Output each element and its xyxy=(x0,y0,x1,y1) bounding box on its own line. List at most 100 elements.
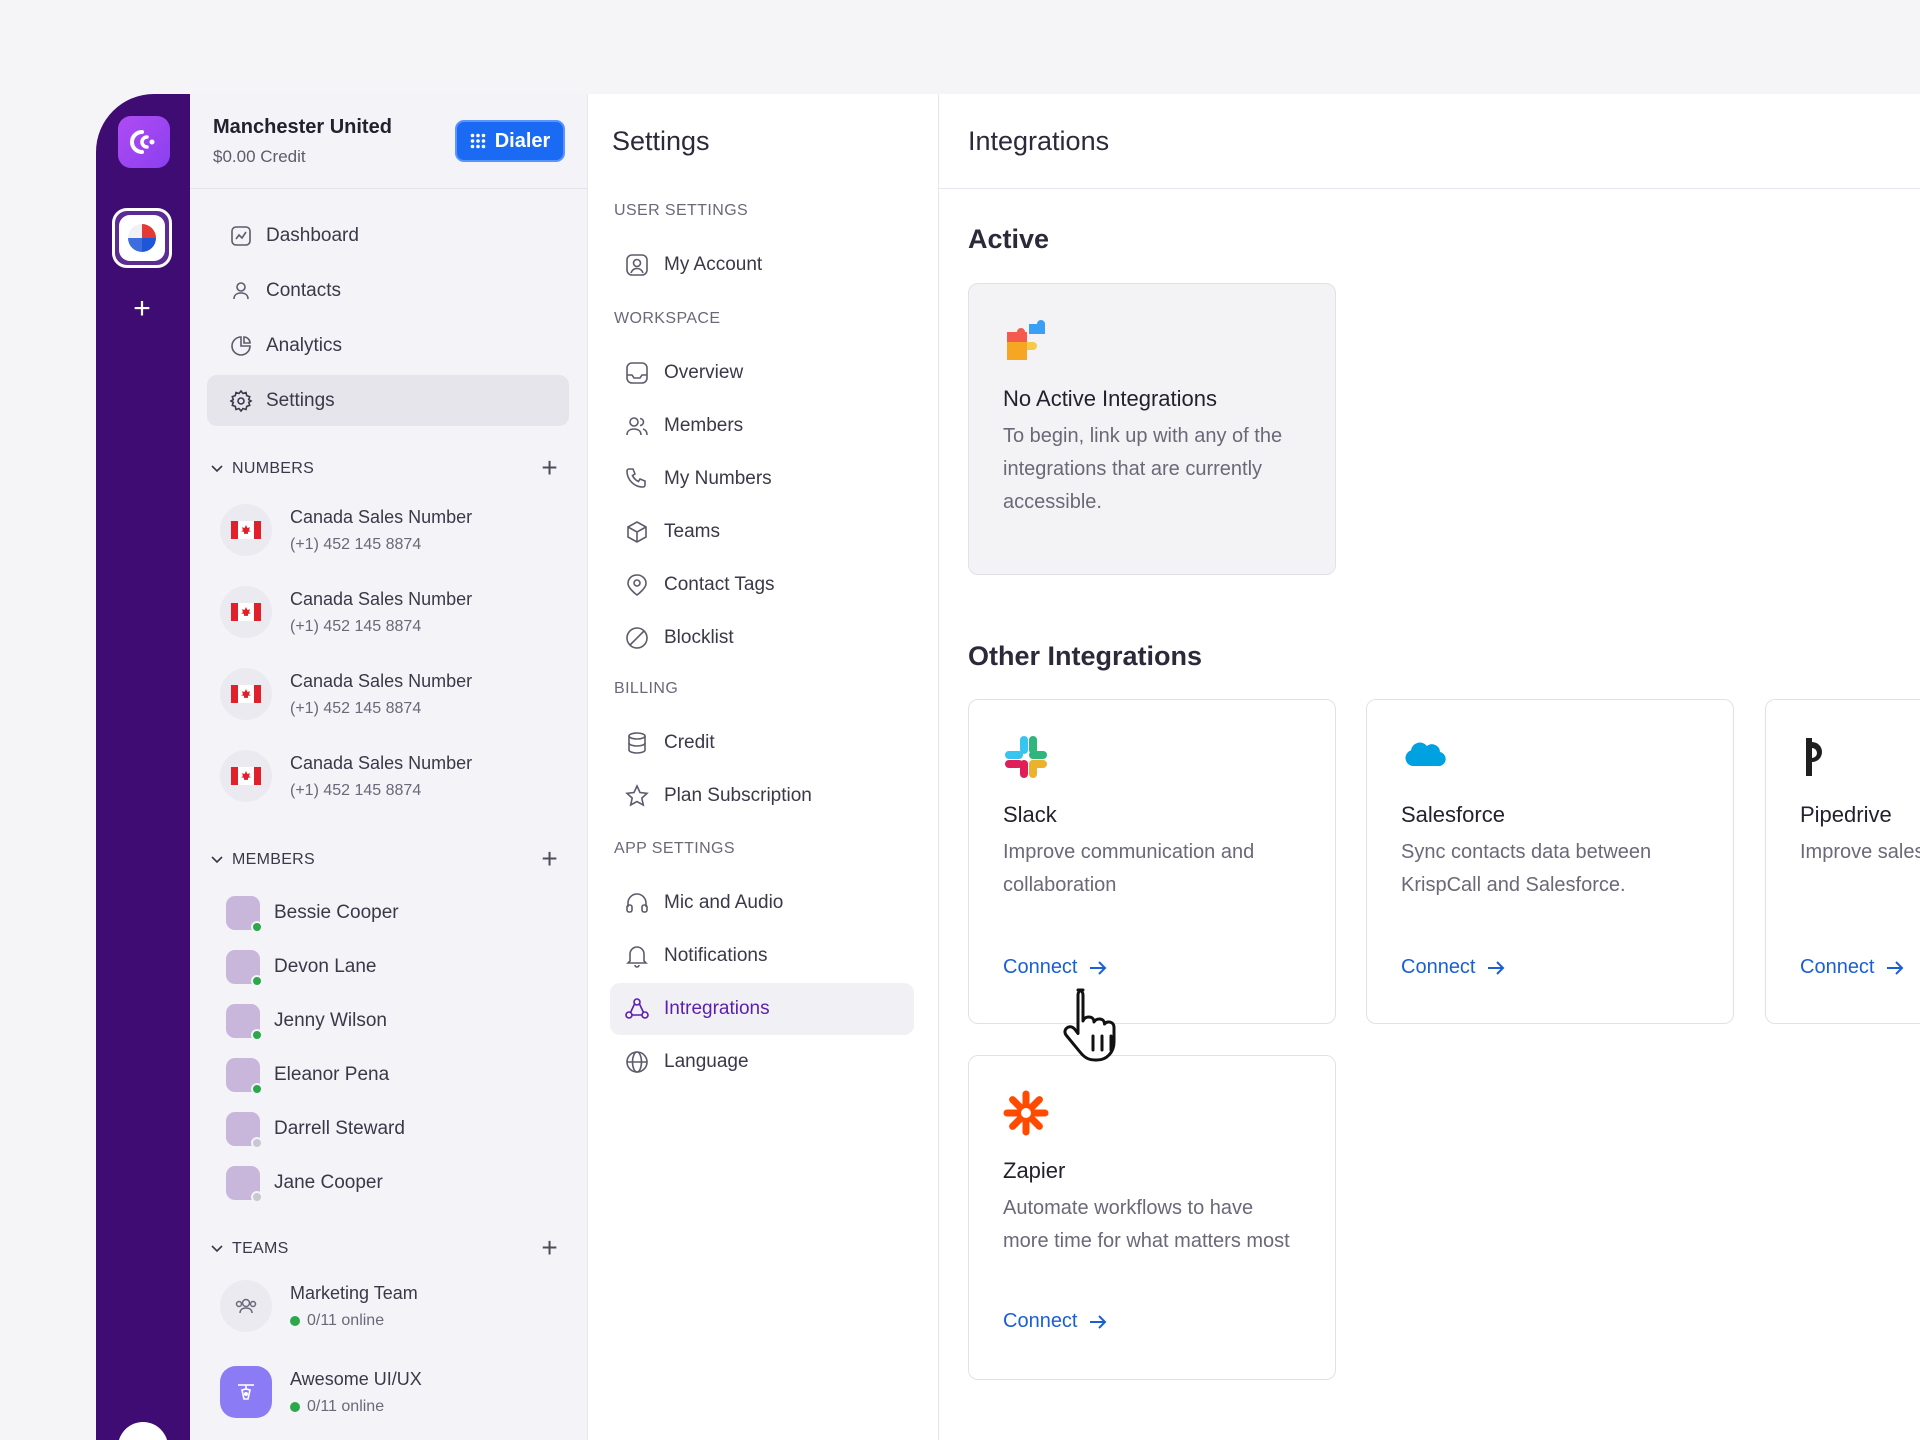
tag-icon xyxy=(627,574,647,596)
settings-item-label: Mic and Audio xyxy=(664,892,784,913)
nav-label: Analytics xyxy=(266,334,343,356)
chevron-down-icon xyxy=(211,1245,223,1253)
connect-salesforce-link[interactable]: Connect xyxy=(1401,956,1506,979)
settings-item-plan-subscription[interactable]: Plan Subscription xyxy=(610,770,914,822)
number-item[interactable]: Canada Sales Number (+1) 452 145 8874 xyxy=(220,750,472,802)
numbers-section-header[interactable]: NUMBERS + xyxy=(210,454,570,482)
chevron-down-icon xyxy=(211,465,223,473)
phone-icon xyxy=(626,468,646,488)
arrow-right-icon xyxy=(1886,960,1903,975)
teams-section-header[interactable]: TEAMS + xyxy=(210,1234,570,1262)
integrations-content: Integrations Active No Active Integratio… xyxy=(939,94,1920,1440)
nav-settings[interactable]: Settings xyxy=(207,375,569,426)
member-item[interactable]: Bessie Cooper xyxy=(226,896,399,933)
number-name: Canada Sales Number xyxy=(290,752,473,773)
members-icon xyxy=(626,417,648,436)
connect-label: Connect xyxy=(1401,956,1476,978)
active-heading: Active xyxy=(968,224,1050,254)
dialer-label: Dialer xyxy=(494,129,551,152)
zapier-icon xyxy=(1003,1090,1049,1136)
members-section-header[interactable]: MEMBERS + xyxy=(210,845,570,873)
team-item[interactable]: Awesome UI/UX 0/11 online xyxy=(220,1366,422,1418)
salesforce-icon xyxy=(1401,734,1447,780)
puzzle-icon xyxy=(1003,318,1049,364)
settings-item-blocklist[interactable]: Blocklist xyxy=(610,612,914,664)
connect-pipedrive-link[interactable]: Connect xyxy=(1800,956,1905,979)
number-name: Canada Sales Number xyxy=(290,506,473,527)
team-name: Awesome UI/UX xyxy=(290,1368,422,1389)
member-item[interactable]: Eleanor Pena xyxy=(226,1058,390,1095)
integration-card-slack: Slack Improve communication and collabor… xyxy=(968,699,1336,1024)
database-icon xyxy=(628,732,646,754)
connect-zapier-link[interactable]: Connect xyxy=(1003,1310,1108,1333)
integration-desc: Improve sales processes & xyxy=(1800,841,1920,863)
slack-icon xyxy=(1003,734,1049,780)
settings-item-mic-audio[interactable]: Mic and Audio xyxy=(610,877,914,929)
settings-item-label: Overview xyxy=(664,362,744,383)
number-item[interactable]: Canada Sales Number (+1) 452 145 8874 xyxy=(220,668,472,720)
workspace-manchester-united[interactable] xyxy=(112,208,172,268)
settings-item-overview[interactable]: Overview xyxy=(610,347,914,399)
avatar xyxy=(226,1058,263,1095)
integration-card-salesforce: Salesforce Sync contacts data between Kr… xyxy=(1366,699,1734,1024)
integration-name: Zapier xyxy=(1003,1158,1066,1183)
add-member-icon[interactable]: + xyxy=(541,845,558,873)
nav-contacts[interactable]: Contacts xyxy=(207,265,569,316)
member-name: Jane Cooper xyxy=(274,1172,383,1193)
member-item[interactable]: Darrell Steward xyxy=(226,1112,405,1149)
empty-title: No Active Integrations xyxy=(1003,386,1218,411)
team-item[interactable]: Marketing Team 0/11 online xyxy=(220,1280,418,1332)
settings-item-members[interactable]: Members xyxy=(610,400,914,452)
krispcall-logo-icon[interactable] xyxy=(118,116,170,168)
nav-analytics[interactable]: Analytics xyxy=(207,320,569,371)
settings-item-teams[interactable]: Teams xyxy=(610,506,914,558)
settings-item-notifications[interactable]: Notifications xyxy=(610,930,914,982)
user-avatar[interactable] xyxy=(118,1422,168,1440)
team-name: Marketing Team xyxy=(290,1282,418,1303)
settings-item-label: Teams xyxy=(664,521,720,542)
divider xyxy=(190,188,587,189)
settings-item-language[interactable]: Language xyxy=(610,1036,914,1088)
member-item[interactable]: Devon Lane xyxy=(226,950,376,987)
member-name: Darrell Steward xyxy=(274,1118,405,1139)
connect-slack-link[interactable]: Connect xyxy=(1003,956,1108,979)
settings-item-integrations[interactable]: Intregrations xyxy=(610,983,914,1035)
grid-dots-icon xyxy=(470,133,486,149)
gear-icon xyxy=(229,389,253,412)
status-dot xyxy=(251,975,263,987)
settings-panel: Settings USER SETTINGS My Account WORKSP… xyxy=(588,94,939,1440)
settings-item-label: Language xyxy=(664,1051,749,1072)
other-integrations-heading: Other Integrations xyxy=(968,641,1203,671)
org-info: Manchester United $0.00 Credit xyxy=(213,116,392,167)
block-icon xyxy=(626,627,648,649)
status-dot xyxy=(251,921,263,933)
settings-item-my-account[interactable]: My Account xyxy=(610,239,914,291)
settings-item-label: Contact Tags xyxy=(664,574,775,595)
member-item[interactable]: Jane Cooper xyxy=(226,1166,383,1203)
settings-item-label: Intregrations xyxy=(664,998,770,1019)
team-online: 0/11 online xyxy=(307,1311,385,1329)
member-item[interactable]: Jenny Wilson xyxy=(226,1004,387,1041)
number-item[interactable]: Canada Sales Number (+1) 452 145 8874 xyxy=(220,586,472,638)
member-name: Bessie Cooper xyxy=(274,902,399,923)
settings-item-label: Notifications xyxy=(664,945,768,966)
avatar xyxy=(226,1112,263,1149)
status-dot xyxy=(251,1083,263,1095)
org-name: Manchester United xyxy=(213,116,392,138)
star-icon xyxy=(625,784,649,807)
member-name: Eleanor Pena xyxy=(274,1064,390,1085)
pipedrive-icon xyxy=(1800,734,1846,780)
add-number-icon[interactable]: + xyxy=(541,454,558,482)
add-team-icon[interactable]: + xyxy=(541,1234,558,1262)
settings-item-contact-tags[interactable]: Contact Tags xyxy=(610,559,914,611)
team-people-icon xyxy=(235,1298,257,1314)
settings-item-my-numbers[interactable]: My Numbers xyxy=(610,453,914,505)
number-phone: (+1) 452 145 8874 xyxy=(290,781,422,799)
settings-item-credit[interactable]: Credit xyxy=(610,717,914,769)
settings-item-label: My Numbers xyxy=(664,468,772,489)
add-workspace-icon[interactable]: + xyxy=(126,294,158,326)
nav-dashboard[interactable]: Dashboard xyxy=(207,210,569,261)
overview-icon xyxy=(626,362,648,384)
number-item[interactable]: Canada Sales Number (+1) 452 145 8874 xyxy=(220,504,472,556)
dialer-button[interactable]: Dialer xyxy=(455,120,565,162)
